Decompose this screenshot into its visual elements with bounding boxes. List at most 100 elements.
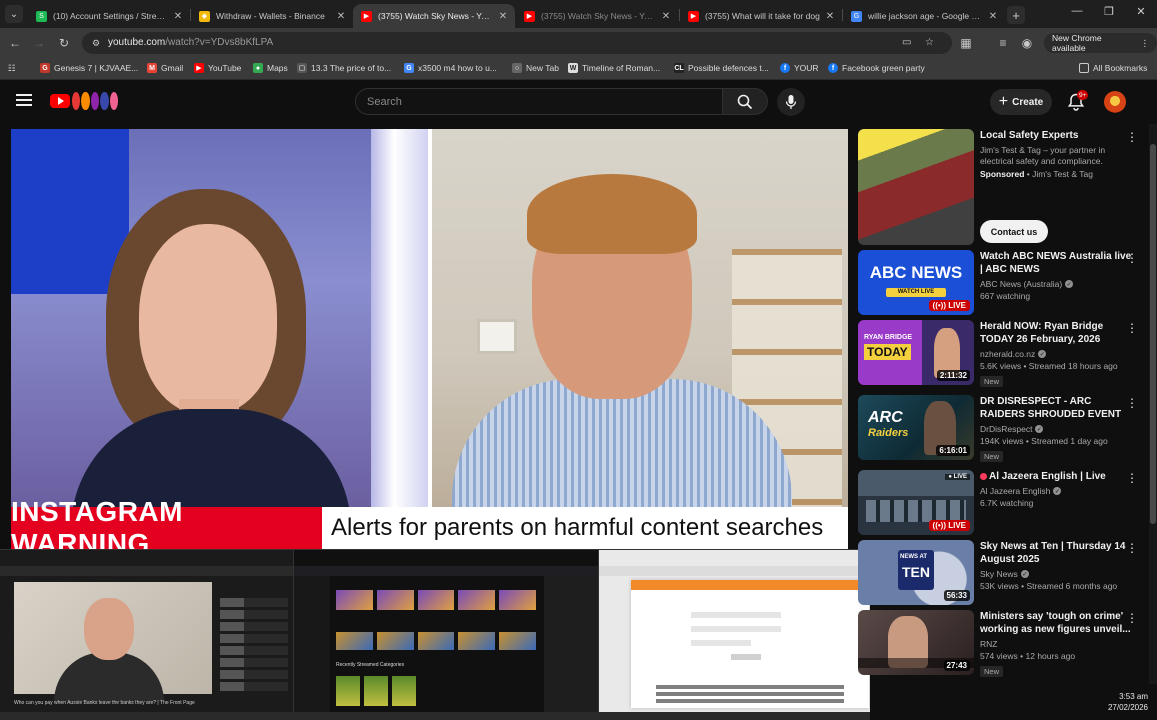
bookmark-your[interactable]: f YOUR — [780, 63, 819, 73]
close-icon[interactable]: ✕ — [660, 11, 672, 22]
video-title[interactable]: Sky News at Ten | Thursday 14 August 202… — [980, 540, 1132, 566]
video-title[interactable]: Herald NOW: Ryan Bridge TODAY 26 Februar… — [980, 320, 1132, 346]
search-field[interactable] — [355, 88, 723, 115]
reload-icon[interactable]: ↻ — [56, 35, 72, 51]
video-thumbnail[interactable]: 27:43 — [858, 610, 974, 675]
video-thumbnail[interactable]: RYAN BRIDGE TODAY 2:11:32 — [858, 320, 974, 385]
bookmark-price-of[interactable]: ▢ 13.3 The price of to... — [297, 63, 391, 73]
more-vertical-icon[interactable]: ⋮ — [1126, 542, 1138, 556]
recommended-video[interactable]: 27:43 Ministers say 'tough on crime' wor… — [858, 610, 1148, 677]
ad-sponsored-line: Sponsored • Jim's Test & Tag — [980, 169, 1093, 179]
more-vertical-icon[interactable]: ⋮ — [1126, 472, 1138, 486]
channel-name[interactable]: RNZ — [980, 639, 1132, 649]
video-thumbnail[interactable]: ARC Raiders 6:16:01 — [858, 395, 974, 460]
more-vertical-icon[interactable]: ⋮ — [1126, 322, 1138, 336]
close-window-icon[interactable]: ✕ — [1131, 5, 1151, 18]
window-preview-youtube[interactable]: Who can you pay when Aussie Banks leave … — [0, 550, 293, 713]
bookmark-x3500[interactable]: Gx3500 m4 how to u... — [404, 63, 497, 73]
minimize-icon[interactable]: — — [1067, 5, 1087, 17]
bookmark-timeline-roman[interactable]: W Timeline of Roman... — [568, 63, 660, 73]
reading-list-icon[interactable]: ≡ — [995, 35, 1011, 51]
tab-dog-video[interactable]: ▶ (3755) What will it take for dog ✕ — [680, 4, 842, 28]
close-icon[interactable]: ✕ — [497, 11, 509, 22]
youtube-logo-icon[interactable] — [50, 94, 70, 108]
install-app-icon[interactable]: ▭ — [902, 37, 914, 49]
ad-title[interactable]: Local Safety Experts — [980, 129, 1132, 142]
recommended-video[interactable]: ABC NEWS WATCH LIVE ((•)) LIVE Watch ABC… — [858, 250, 1148, 315]
bookmark-possible-defences[interactable]: CL Possible defences t... — [674, 63, 769, 73]
voice-search-button[interactable] — [777, 88, 805, 116]
window-preview-settings[interactable] — [598, 550, 870, 713]
ad-description: Jim's Test & Tag – your partner in elect… — [980, 145, 1106, 166]
bookmark-star-icon[interactable]: ☆ — [925, 37, 937, 49]
create-button[interactable]: + Create — [990, 89, 1052, 115]
address-bar[interactable]: ⚙ youtube.com/watch?v=YDvs8bKfLPA ▭ ☆ — [82, 32, 952, 54]
channel-name[interactable]: nzherald.co.nz ✓ — [980, 349, 1132, 359]
tab-sky-news[interactable]: ▶ (3755) Watch Sky News - YouTu ✕ — [516, 4, 678, 28]
search-input[interactable] — [356, 89, 722, 114]
channel-name[interactable]: ABC News (Australia) ✓ — [980, 279, 1132, 289]
video-thumbnail[interactable]: ABC NEWS WATCH LIVE ((•)) LIVE — [858, 250, 974, 315]
more-vertical-icon[interactable]: ⋮ — [1126, 397, 1138, 411]
account-avatar[interactable] — [1104, 91, 1126, 113]
extensions-icon[interactable]: ▦ — [958, 35, 974, 51]
system-clock[interactable]: 3:53 am 27/02/2026 — [1088, 691, 1148, 713]
close-icon[interactable]: ✕ — [172, 11, 184, 22]
doodle-logo-icon[interactable] — [72, 92, 119, 110]
video-thumbnail[interactable]: NEWS AT TEN 56:33 — [858, 540, 974, 605]
recommended-video[interactable]: NEWS AT TEN 56:33 Sky News at Ten | Thur… — [858, 540, 1148, 605]
ad-thumbnail[interactable] — [858, 129, 974, 245]
video-thumbnail[interactable]: ● LIVE ((•)) LIVE — [858, 470, 974, 535]
new-chrome-available-button[interactable]: New Chrome available ⋮ — [1044, 33, 1157, 53]
preview-video-title: Who can you pay when Aussie Banks leave … — [14, 700, 195, 706]
video-title[interactable]: Watch ABC NEWS Australia live | ABC NEWS — [980, 250, 1132, 276]
video-meta: 667 watching — [980, 291, 1031, 301]
site-info-icon[interactable]: ⚙ — [89, 36, 103, 50]
bookmark-youtube[interactable]: ▶ YouTube — [194, 63, 241, 73]
all-bookmarks-button[interactable]: All Bookmarks — [1079, 63, 1147, 73]
close-icon[interactable]: ✕ — [824, 11, 836, 22]
channel-name[interactable]: DrDisRespect ✓ — [980, 424, 1132, 434]
video-title[interactable]: Ministers say 'tough on crime' working a… — [980, 610, 1132, 636]
more-vertical-icon[interactable]: ⋮ — [1126, 131, 1138, 145]
video-title[interactable]: DR DISRESPECT - ARC RAIDERS SHROUDED EVE… — [980, 395, 1132, 421]
tab-stream-settings[interactable]: S (10) Account Settings / Stream ✕ — [28, 4, 190, 28]
tab-search-menu-button[interactable]: ⌄ — [5, 5, 23, 23]
bookmark-new-tab[interactable]: ○ New Tab — [512, 63, 559, 73]
video-meta: 5.6K views • Streamed 18 hours ago — [980, 361, 1118, 371]
new-badge: New — [980, 666, 1004, 677]
back-arrow-icon[interactable]: ← — [7, 35, 23, 51]
contact-us-button[interactable]: Contact us — [980, 220, 1048, 243]
menu-icon[interactable] — [16, 94, 32, 108]
bookmark-facebook-green-party[interactable]: f Facebook green party — [828, 63, 925, 73]
forward-arrow-icon[interactable]: → — [31, 35, 47, 51]
recommended-video[interactable]: RYAN BRIDGE TODAY 2:11:32 Herald NOW: Ry… — [858, 320, 1148, 387]
page-scrollbar[interactable] — [1149, 124, 1157, 684]
video-title[interactable]: Al Jazeera English | Live — [980, 470, 1132, 483]
more-vertical-icon[interactable]: ⋮ — [1126, 252, 1138, 266]
close-icon[interactable]: ✕ — [987, 11, 999, 22]
cl-icon: CL — [674, 63, 684, 73]
apps-grid-icon[interactable]: ☷ — [8, 63, 16, 74]
sponsored-ad[interactable]: Local Safety Experts Jim's Test & Tag – … — [858, 129, 1148, 247]
profile-icon[interactable]: ◉ — [1019, 35, 1035, 51]
tab-binance[interactable]: ◆ Withdraw - Wallets - Binance ✕ — [191, 4, 353, 28]
tab-google-search[interactable]: G willie jackson age - Google Sea ✕ — [843, 4, 1005, 28]
channel-name[interactable]: Sky News ✓ — [980, 569, 1132, 579]
recommended-video[interactable]: ARC Raiders 6:16:01 DR DISRESPECT - ARC … — [858, 395, 1148, 462]
video-player[interactable]: INSTAGRAM WARNING Alerts for parents on … — [11, 129, 848, 549]
channel-name[interactable]: Al Jazeera English ✓ — [980, 486, 1132, 496]
bookmark-genesis[interactable]: G Genesis 7 | KJVAAE... — [40, 63, 138, 73]
youtube-icon: ▶ — [524, 10, 535, 22]
tab-sky-news-active[interactable]: ▶ (3755) Watch Sky News - YouTu ✕ — [353, 4, 515, 28]
search-button[interactable] — [723, 88, 768, 115]
window-preview-twitch[interactable]: Recently Streamed Categories — [293, 550, 598, 713]
bookmark-maps[interactable]: ● Maps — [253, 63, 288, 73]
recommended-video[interactable]: ● LIVE ((•)) LIVE Al Jazeera English | L… — [858, 470, 1148, 535]
close-icon[interactable]: ✕ — [335, 11, 347, 22]
new-tab-button[interactable]: + — [1007, 6, 1025, 24]
more-vertical-icon[interactable]: ⋮ — [1126, 612, 1138, 626]
bookmark-gmail[interactable]: M Gmail — [147, 63, 183, 73]
restore-icon[interactable]: ❐ — [1099, 5, 1119, 18]
preview-category-grid — [336, 676, 416, 706]
